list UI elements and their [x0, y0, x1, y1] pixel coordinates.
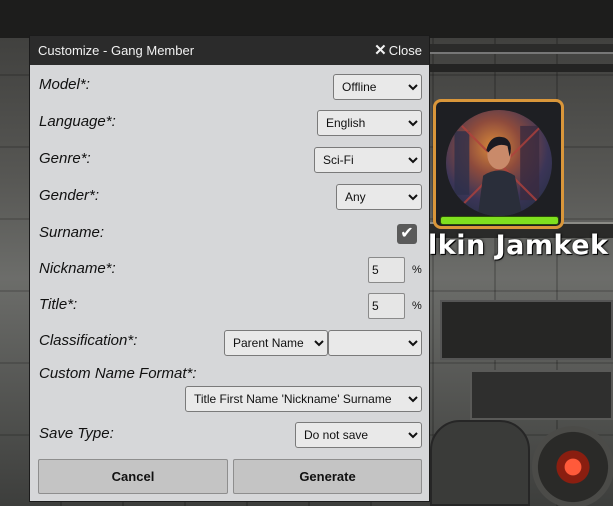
cancel-button[interactable]: Cancel — [38, 459, 228, 494]
close-label: Close — [388, 43, 422, 58]
classification-label: Classification*: — [39, 332, 138, 349]
character-name: lkin Jamkek — [428, 230, 609, 261]
title-unit: % — [412, 300, 422, 312]
dialog-titlebar: Customize - Gang Member ✕ Close — [30, 36, 429, 65]
background-panel — [470, 370, 613, 420]
gender-label: Gender*: — [39, 187, 100, 204]
surname-checkbox[interactable]: ✔ — [397, 224, 417, 244]
title-label: Title*: — [39, 296, 78, 313]
classification-select[interactable]: Parent Name — [224, 330, 328, 356]
close-button[interactable]: ✕ Close — [374, 43, 422, 58]
nickname-label: Nickname*: — [39, 260, 116, 277]
character-card[interactable] — [433, 99, 564, 229]
custom-name-format-label: Custom Name Format*: — [39, 365, 197, 382]
character-health-bar — [440, 216, 559, 225]
background-top-wall — [0, 0, 613, 38]
background-pipe — [430, 64, 613, 72]
background-panel — [440, 300, 613, 360]
language-select[interactable]: English — [317, 110, 422, 136]
classification-secondary-select[interactable] — [328, 330, 422, 356]
nickname-percent-input[interactable]: 5 — [368, 257, 405, 283]
nickname-unit: % — [412, 264, 422, 276]
background-reactor — [532, 426, 613, 506]
checkmark-icon: ✔ — [400, 225, 414, 242]
background-pipe — [430, 44, 613, 54]
character-portrait-image — [454, 125, 543, 216]
save-type-select[interactable]: Do not save — [295, 422, 422, 448]
model-label: Model*: — [39, 76, 90, 93]
character-portrait — [446, 110, 552, 216]
generate-button[interactable]: Generate — [233, 459, 422, 494]
title-percent-input[interactable]: 5 — [368, 293, 405, 319]
language-label: Language*: — [39, 113, 116, 130]
background-machine — [430, 420, 530, 506]
gender-select[interactable]: Any — [336, 184, 422, 210]
surname-label: Surname: — [39, 224, 105, 241]
genre-label: Genre*: — [39, 150, 91, 167]
dialog-title: Customize - Gang Member — [38, 43, 195, 58]
custom-name-format-select[interactable]: Title First Name 'Nickname' Surname — [185, 386, 422, 412]
customize-dialog: Customize - Gang Member ✕ Close Model*: … — [29, 35, 430, 502]
model-select[interactable]: Offline — [333, 74, 422, 100]
save-type-label: Save Type: — [39, 425, 114, 442]
close-icon: ✕ — [374, 42, 387, 59]
genre-select[interactable]: Sci-Fi — [314, 147, 422, 173]
